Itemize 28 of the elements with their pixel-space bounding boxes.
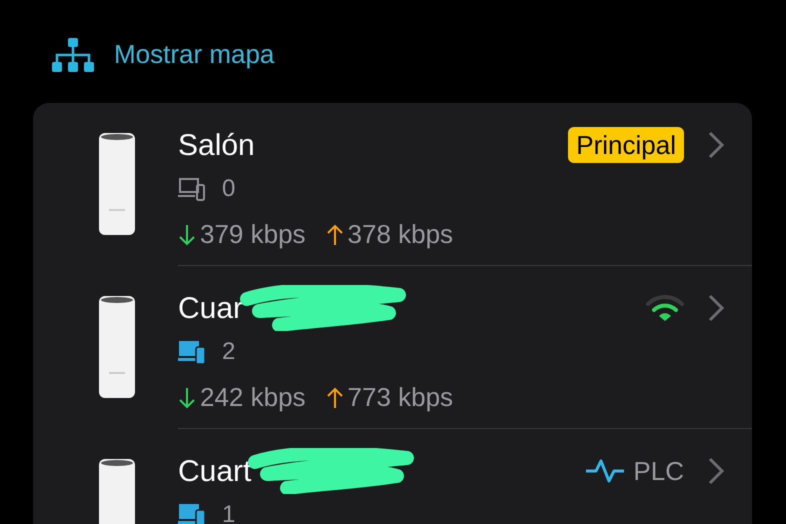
connection-label: PLC: [633, 454, 684, 488]
network-map-icon[interactable]: [52, 38, 94, 72]
router-picture-icon: [99, 133, 135, 235]
client-count: 0: [222, 174, 236, 204]
upload-arrow-icon: [326, 224, 344, 246]
device-row[interactable]: Salón Principal 0 379 kbps 378 kbps: [33, 103, 752, 266]
client-count: 2: [222, 337, 236, 367]
device-name: Salón: [178, 128, 255, 164]
chevron-icon: [708, 294, 724, 322]
device-name: Cuar: [178, 290, 244, 326]
device-name: Cuart: [178, 454, 252, 490]
download-arrow-icon: [178, 386, 196, 408]
wifi-icon: [646, 294, 684, 322]
router-picture-icon: [99, 296, 135, 398]
device-row[interactable]: Cuart PLC 1: [33, 429, 752, 524]
device-row[interactable]: Cuar 2 242 kbps 773 kbps: [33, 266, 752, 429]
client-count: 1: [222, 500, 236, 524]
pulse-icon: [585, 458, 626, 484]
upload-speed: 773 kbps: [348, 381, 454, 414]
chevron-icon: [708, 131, 724, 159]
download-speed: 379 kbps: [200, 218, 306, 251]
download-speed: 242 kbps: [200, 381, 306, 414]
primary-badge: Principal: [568, 127, 684, 163]
download-arrow-icon: [178, 224, 196, 246]
upload-speed: 378 kbps: [348, 218, 454, 251]
upload-arrow-icon: [326, 386, 344, 408]
chevron-icon: [708, 457, 724, 485]
show-map-link[interactable]: Mostrar mapa: [114, 36, 274, 72]
